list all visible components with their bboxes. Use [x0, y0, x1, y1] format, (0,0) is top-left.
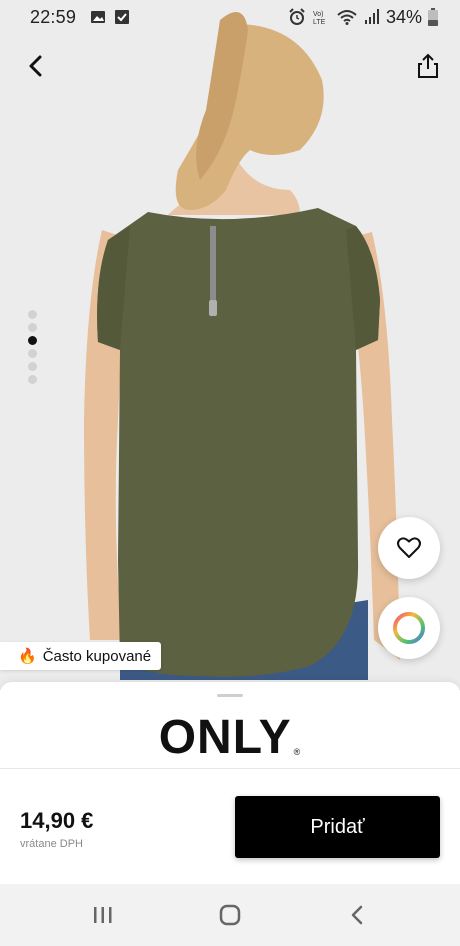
product-price: 14,90 €: [20, 808, 94, 833]
home-icon: [219, 904, 241, 926]
svg-text:Vo): Vo): [313, 11, 324, 18]
back-button[interactable]: [20, 50, 52, 82]
pagination-dot-active[interactable]: [28, 336, 37, 345]
check-icon: [115, 10, 130, 24]
add-to-cart-button[interactable]: Pridať: [235, 796, 440, 858]
system-nav-bar: [0, 884, 460, 946]
status-left-icons: [90, 9, 130, 25]
pagination-dot[interactable]: [28, 375, 37, 384]
recent-apps-button[interactable]: [83, 895, 123, 935]
system-back-button[interactable]: [337, 895, 377, 935]
registered-mark: ®: [293, 747, 302, 757]
status-bar: 22:59 Vo) LTE 34%: [0, 0, 460, 34]
svg-text:LTE: LTE: [313, 19, 326, 26]
divider: [0, 768, 460, 769]
frequently-bought-badge: 🔥 Často kupované: [0, 642, 162, 670]
volte-icon: Vo)LTE: [313, 11, 326, 26]
image-pagination: [28, 310, 37, 384]
recents-icon: [94, 907, 112, 923]
color-variants-button[interactable]: [378, 597, 440, 659]
chevron-left-icon: [29, 55, 42, 77]
vat-note: vrátane DPH: [20, 838, 83, 850]
wifi-icon: [337, 10, 357, 25]
battery-icon: [428, 8, 438, 26]
signal-icon: [364, 9, 379, 24]
sheet-grabber[interactable]: [217, 694, 243, 697]
share-icon: [418, 53, 438, 78]
product-image[interactable]: [0, 0, 460, 690]
status-right-icons: Vo) LTE 34%: [288, 7, 438, 28]
home-button[interactable]: [210, 895, 250, 935]
product-bottom-sheet[interactable]: ONLY ® 14,90 € vrátane DPH Pridať: [0, 682, 460, 884]
product-photo-illustration: [0, 0, 460, 690]
pagination-dot[interactable]: [28, 362, 37, 371]
pagination-dot[interactable]: [28, 310, 37, 319]
brand-name: ONLY: [158, 711, 292, 764]
pagination-dot[interactable]: [28, 323, 37, 332]
badge-label: Často kupované: [42, 647, 152, 665]
brand-logo[interactable]: ONLY ®: [0, 710, 460, 765]
wishlist-button[interactable]: [378, 517, 440, 579]
image-icon: [91, 11, 106, 23]
back-icon: [351, 905, 362, 925]
share-button[interactable]: [412, 50, 444, 82]
price-block: 14,90 € vrátane DPH: [20, 808, 93, 850]
color-wheel-icon: [393, 612, 425, 644]
battery-percentage: 34%: [385, 6, 422, 27]
status-time: 22:59: [30, 6, 77, 27]
fire-icon: 🔥: [18, 648, 37, 665]
pagination-dot[interactable]: [28, 349, 37, 358]
alarm-icon: [289, 8, 305, 25]
heart-icon: [397, 537, 421, 558]
